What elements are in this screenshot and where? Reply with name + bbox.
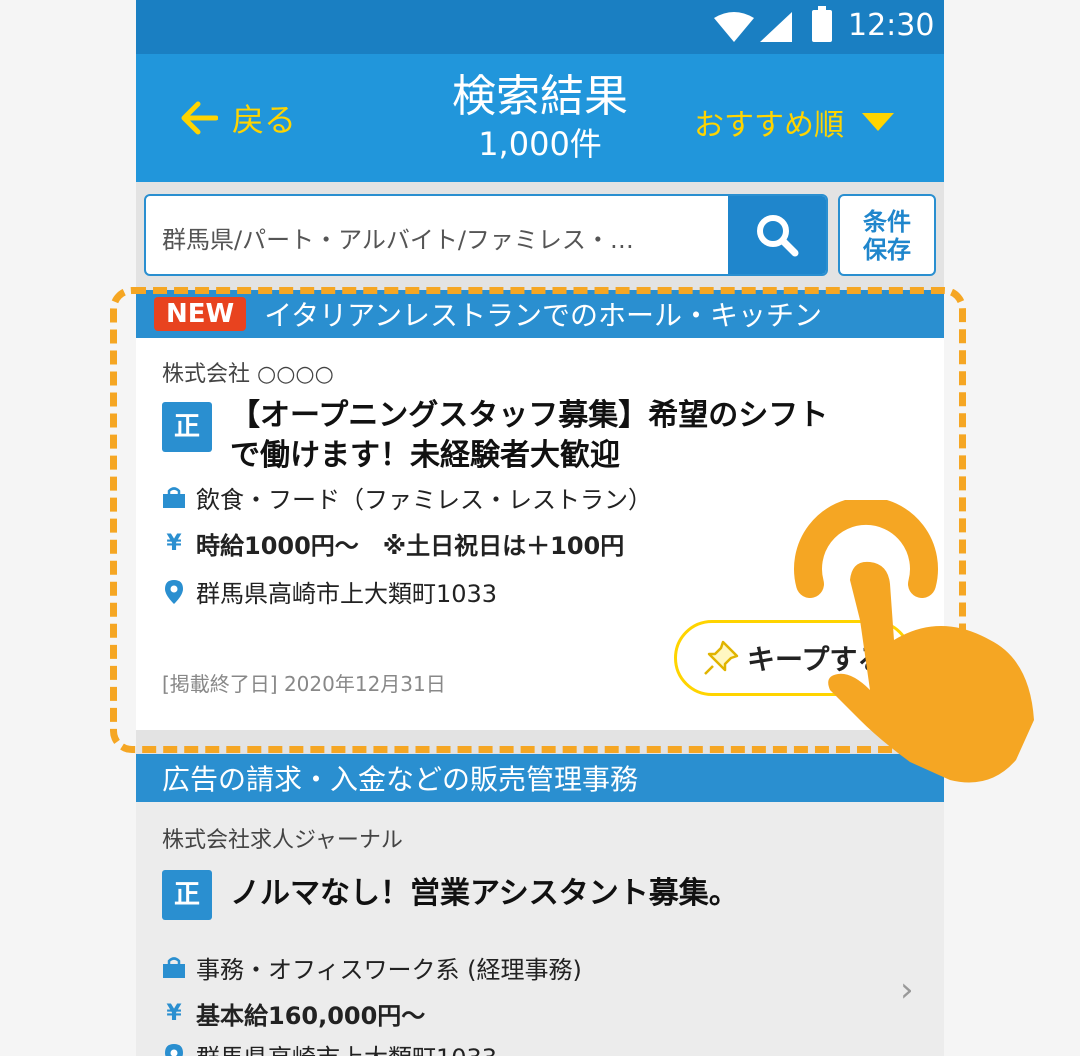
job-headline-line1: 【オープニングスタッフ募集】希望のシフト bbox=[230, 398, 829, 433]
company-name: 株式会社求人ジャーナル bbox=[162, 828, 403, 853]
chevron-right-icon[interactable]: › bbox=[900, 970, 914, 1010]
job-headline: 【オープニングスタッフ募集】希望のシフト で働けます！未経験者大歓迎 bbox=[230, 396, 828, 476]
category-text: 事務・オフィスワーク系 (経理事務) bbox=[196, 956, 582, 984]
search-icon bbox=[757, 215, 799, 257]
job-category: 飲食・フード（ファミレス・レストラン） bbox=[162, 480, 652, 515]
keep-label: キープする bbox=[747, 643, 886, 676]
battery-icon bbox=[812, 6, 832, 42]
status-time: 12:30 bbox=[848, 8, 935, 43]
yen-icon: ¥ bbox=[166, 1001, 182, 1026]
save-label-line1: 条件 bbox=[863, 208, 911, 236]
search-button[interactable] bbox=[728, 196, 826, 274]
search-query[interactable]: 群馬県/パート・アルバイト/ファミレス・… bbox=[162, 220, 634, 255]
map-pin-icon bbox=[162, 579, 186, 604]
employment-type-tag: 正 bbox=[162, 870, 212, 920]
status-bar: 12:30 bbox=[136, 0, 944, 54]
job-salary: ¥ 基本給160,000円〜 bbox=[162, 996, 425, 1031]
yen-icon: ¥ bbox=[166, 531, 182, 556]
signal-icon bbox=[760, 12, 792, 42]
job-salary: ¥ 時給1000円〜 ※土日祝日は＋100円 bbox=[162, 526, 624, 561]
map-pin-icon bbox=[162, 1043, 186, 1056]
job-location: 群馬県高崎市上大類町1033 bbox=[162, 574, 497, 609]
job-headline: ノルマなし！営業アシスタント募集。 bbox=[230, 876, 739, 911]
listing-end-date: [掲載終了日] 2020年12月31日 bbox=[162, 672, 446, 696]
job-category: 事務・オフィスワーク系 (経理事務) bbox=[162, 950, 582, 985]
wifi-icon bbox=[714, 12, 754, 42]
page-title: 検索結果 bbox=[452, 71, 628, 122]
new-badge: NEW bbox=[154, 297, 247, 331]
company-name: 株式会社 ○○○○ bbox=[162, 362, 334, 387]
salary-text: 基本給160,000円〜 bbox=[196, 1002, 426, 1030]
app-header: 戻る 検索結果 1,000件 おすすめ順 bbox=[136, 54, 944, 182]
job-headline-line2: で働けます！未経験者大歓迎 bbox=[230, 438, 620, 473]
location-text: 群馬県高崎市上大類町1033 bbox=[196, 580, 498, 608]
location-text: 群馬県高崎市上大類町1033 bbox=[196, 1038, 497, 1056]
save-label-line2: 保存 bbox=[863, 236, 911, 264]
category-text: 飲食・フード（ファミレス・レストラン） bbox=[196, 486, 652, 514]
salary-text: 時給1000円〜 ※土日祝日は＋100円 bbox=[196, 532, 625, 560]
back-button[interactable]: 戻る bbox=[178, 96, 296, 140]
job-location: 群馬県高崎市上大類町1033 bbox=[162, 1038, 497, 1056]
keep-button[interactable]: キープする bbox=[674, 620, 912, 696]
caret-down-icon bbox=[862, 113, 894, 131]
search-bar[interactable]: 群馬県/パート・アルバイト/ファミレス・… bbox=[144, 194, 828, 276]
job-title: イタリアンレストランでのホール・キッチン bbox=[264, 299, 822, 332]
phone-screen: 12:30 戻る 検索結果 1,000件 おすすめ順 群馬県/パート・アルバイト… bbox=[136, 0, 944, 1056]
employment-type-tag: 正 bbox=[162, 402, 212, 452]
sort-dropdown[interactable]: おすすめ順 bbox=[694, 100, 894, 144]
bag-icon bbox=[162, 486, 186, 509]
job-card[interactable]: 株式会社求人ジャーナル 正 ノルマなし！営業アシスタント募集。 事務・オフィスワ… bbox=[136, 802, 944, 1056]
job-card[interactable]: 株式会社 ○○○○ 正 【オープニングスタッフ募集】希望のシフト で働けます！未… bbox=[136, 338, 944, 730]
bag-icon bbox=[162, 956, 186, 979]
chevron-right-icon[interactable]: › bbox=[900, 506, 914, 546]
job-card-header[interactable]: NEW イタリアンレストランでのホール・キッチン bbox=[136, 290, 944, 338]
pin-icon bbox=[704, 640, 739, 675]
page-title-block: 検索結果 1,000件 bbox=[386, 70, 694, 164]
job-card-header[interactable]: 広告の請求・入金などの販売管理事務 bbox=[136, 754, 944, 802]
sort-label: おすすめ順 bbox=[694, 108, 844, 143]
back-label: 戻る bbox=[232, 101, 297, 139]
job-title: 広告の請求・入金などの販売管理事務 bbox=[162, 763, 639, 796]
result-count: 1,000件 bbox=[478, 125, 602, 163]
save-condition-button[interactable]: 条件 保存 bbox=[838, 194, 936, 276]
arrow-left-icon bbox=[181, 101, 218, 135]
